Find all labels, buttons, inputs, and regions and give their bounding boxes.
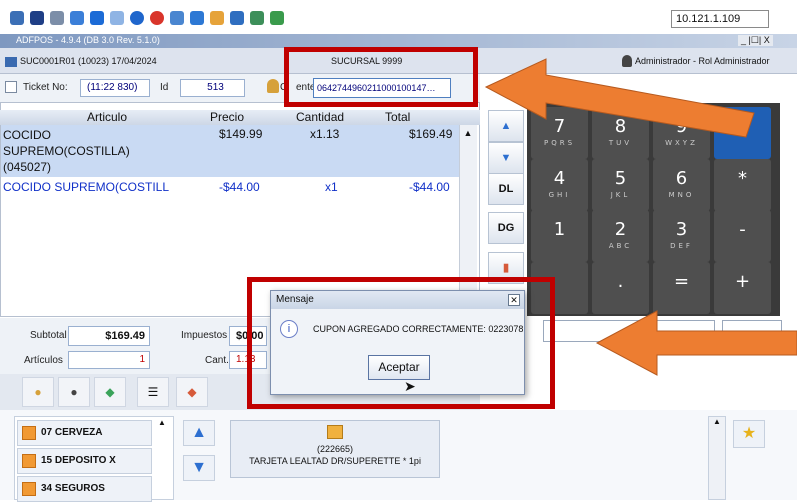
erase-tool-button[interactable]: ◆ xyxy=(176,377,208,407)
numpad-key-4[interactable]: 4 GHI xyxy=(531,159,588,211)
category-prev-button[interactable]: ▲ xyxy=(183,420,215,446)
numpad-key-3[interactable]: 3 DEF xyxy=(653,210,710,262)
row-quantity: x1.13 xyxy=(310,127,340,141)
info-icon[interactable] xyxy=(130,11,144,25)
station-icon xyxy=(5,57,17,67)
station-info: SUC0001R01 (10023) 17/04/2024 xyxy=(20,56,157,66)
settings-icon[interactable] xyxy=(10,11,24,25)
articles-field: 1 xyxy=(68,351,150,369)
user-add-icon: ● xyxy=(70,385,78,399)
row-quantity: x1 xyxy=(325,180,338,194)
highlight-box-dialog xyxy=(247,277,555,409)
subtotal-label: Subtotal xyxy=(30,330,67,341)
col-header-quantity[interactable]: Cantidad xyxy=(296,110,344,124)
products-scrollbar[interactable]: ▲ xyxy=(708,416,726,500)
discount-tool-button[interactable]: ◆ xyxy=(94,377,126,407)
col-header-total[interactable]: Total xyxy=(385,110,410,124)
row-total: $169.49 xyxy=(409,127,453,141)
eraser-icon: ▮ xyxy=(502,262,510,274)
category-item[interactable]: 07 CERVEZA xyxy=(17,420,152,446)
eraser-tool-icon: ◆ xyxy=(187,385,197,399)
window-title: ADFPOS - 4.9.4 (DB 3.0 Rev. 5.1.0) xyxy=(16,35,160,45)
chart-icon[interactable] xyxy=(210,11,224,25)
ticket-label: Ticket No: xyxy=(23,82,68,93)
row-price: $149.99 xyxy=(219,127,263,141)
col-header-price[interactable]: Precio xyxy=(210,110,244,124)
folder-icon xyxy=(22,482,36,496)
id-label: Id xyxy=(160,82,169,93)
numpad-key-multiply[interactable]: * xyxy=(714,159,771,211)
highlight-arrow-bottom xyxy=(595,310,797,376)
scroll-up-icon[interactable]: ▲ xyxy=(459,125,477,141)
dg-button[interactable]: DG xyxy=(488,212,524,244)
row-total: -$44.00 xyxy=(409,180,450,194)
numpad-key-6[interactable]: 6 MNO xyxy=(653,159,710,211)
network-icon[interactable] xyxy=(250,11,264,25)
ticket-number-field[interactable]: (11:22 830) xyxy=(80,79,150,97)
highlight-arrow-top xyxy=(484,58,755,138)
id-field[interactable]: 513 xyxy=(180,79,245,97)
category-label: 07 CERVEZA xyxy=(41,427,103,438)
category-next-button[interactable]: ▼ xyxy=(183,455,215,481)
address-field[interactable]: 10.121.1.109 xyxy=(671,10,769,28)
windows-icon[interactable] xyxy=(90,11,104,25)
arrow-shape xyxy=(484,58,755,138)
product-name: TARJETA LEALTAD DR/SUPERETTE * 1pi xyxy=(249,456,421,466)
product-box-icon xyxy=(327,425,343,439)
subtotal-field: $169.49 xyxy=(68,326,150,346)
quantity-label: Cant. xyxy=(205,355,229,366)
product-code: (222665) xyxy=(316,444,354,454)
customer-tool-button[interactable]: ● xyxy=(22,377,54,407)
user-tool-button[interactable]: ● xyxy=(58,377,90,407)
category-scroll-up-icon[interactable]: ▲ xyxy=(154,418,170,432)
row-article: COCIDO SUPREMO(COSTILL xyxy=(3,180,170,194)
star-icon: ★ xyxy=(741,425,757,442)
numpad-key-2[interactable]: 2 ABC xyxy=(592,210,649,262)
arrow-shape xyxy=(595,310,797,376)
favorites-button[interactable]: ★ xyxy=(733,420,765,448)
folder-icon xyxy=(22,426,36,440)
numpad-key-minus[interactable]: - xyxy=(714,210,771,262)
folder-icon xyxy=(22,454,36,468)
window-controls[interactable]: _ |☐| X xyxy=(738,35,773,46)
list-icon: ☰ xyxy=(147,385,159,399)
tax-label: Impuestos xyxy=(181,330,228,341)
gear-icon[interactable] xyxy=(50,11,64,25)
tag-icon: ◆ xyxy=(105,385,115,399)
numpad-key-5[interactable]: 5 JKL xyxy=(592,159,649,211)
category-item[interactable]: 34 SEGUROS xyxy=(17,476,152,502)
document-icon[interactable] xyxy=(110,11,124,25)
list-tool-button[interactable]: ☰ xyxy=(137,377,169,407)
save-icon[interactable] xyxy=(30,11,44,25)
highlight-box-client xyxy=(284,47,478,107)
dl-button[interactable]: DL xyxy=(488,173,524,205)
arrow-down-icon: ▼ xyxy=(500,152,512,164)
client-icon xyxy=(267,79,279,93)
numpad-key-1[interactable]: 1 xyxy=(531,210,588,262)
category-label: 34 SEGUROS xyxy=(41,483,105,494)
articles-label: Artículos xyxy=(24,355,63,366)
category-item[interactable]: 15 DEPOSITO X ENVASE xyxy=(17,448,152,490)
row-price: -$44.00 xyxy=(219,180,260,194)
chat-icon[interactable] xyxy=(270,11,284,25)
report-icon[interactable] xyxy=(170,11,184,25)
ticket-checkbox[interactable] xyxy=(5,81,17,93)
col-header-article[interactable]: Articulo xyxy=(87,110,127,124)
stop-icon[interactable] xyxy=(150,11,164,25)
monitor-icon[interactable] xyxy=(190,11,204,25)
customer-icon: ● xyxy=(34,385,42,399)
camera-icon[interactable] xyxy=(230,11,244,25)
refresh-icon[interactable] xyxy=(70,11,84,25)
row-article: COCIDO SUPREMO(COSTILLA) (045027) xyxy=(3,128,130,174)
